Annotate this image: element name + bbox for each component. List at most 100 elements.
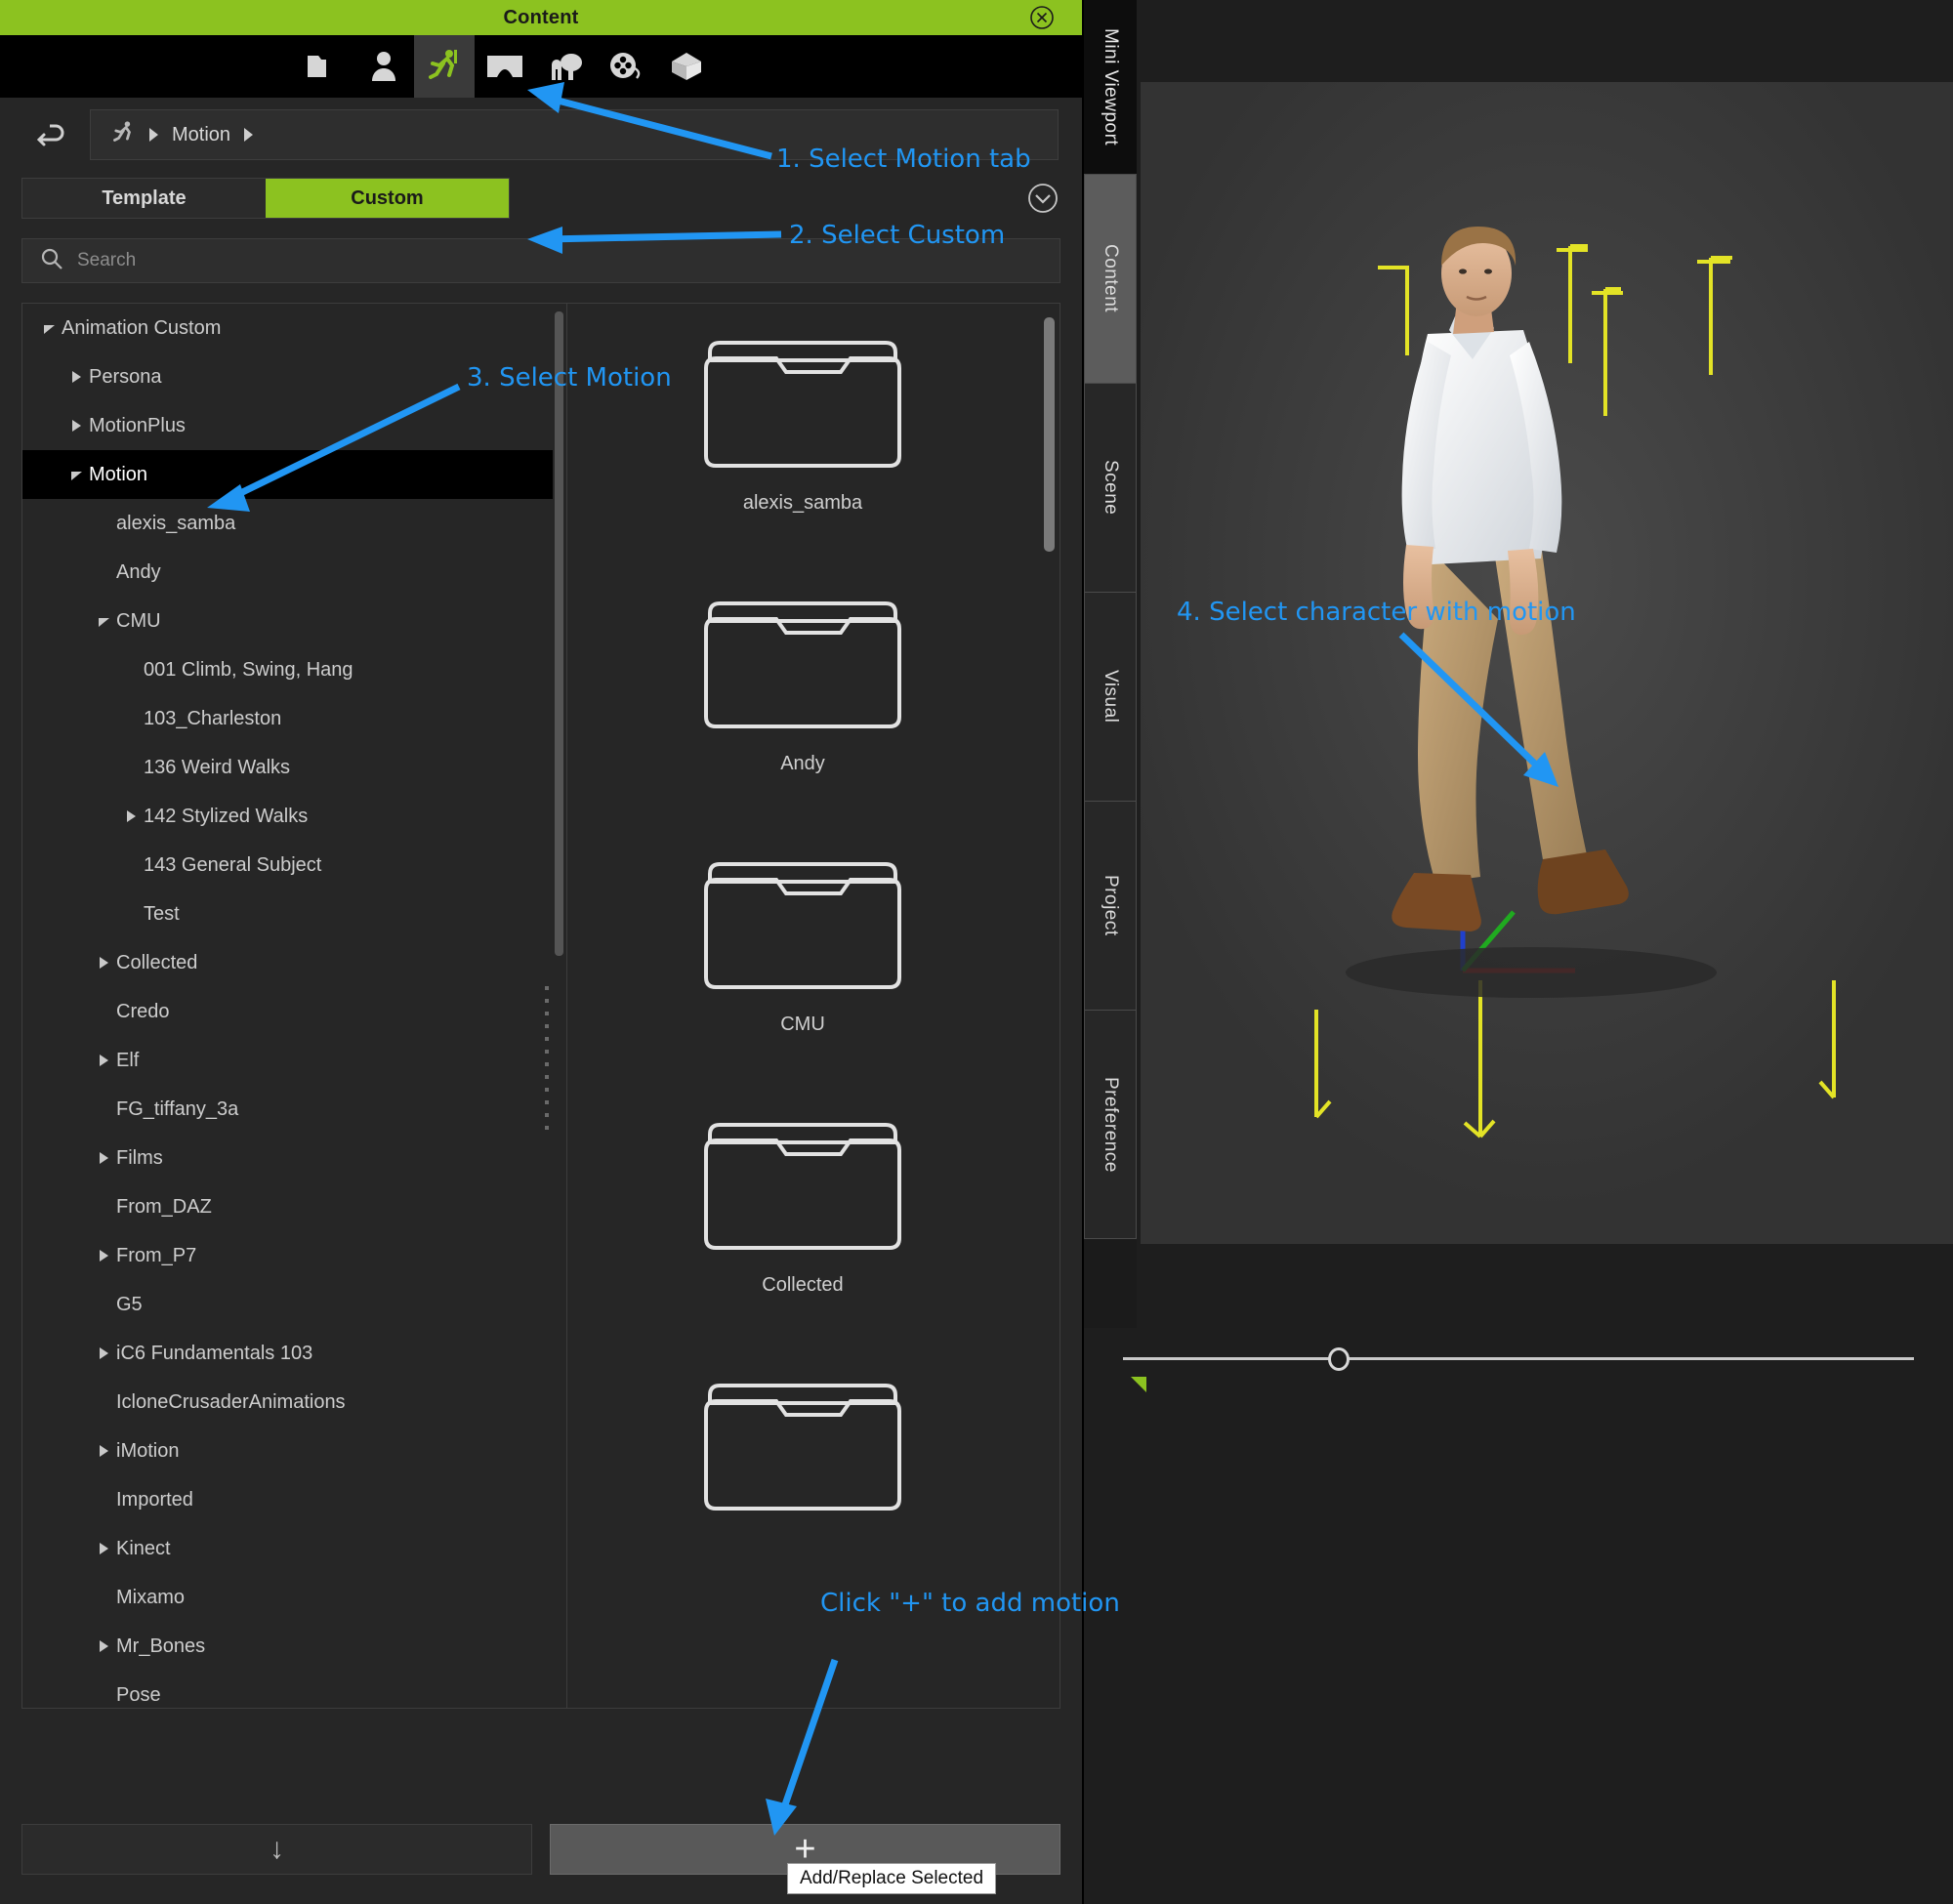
tree-item-label: alexis_samba — [116, 512, 236, 534]
chevron-right-icon[interactable] — [91, 1347, 116, 1359]
tabs-row: Template Custom — [0, 172, 1082, 225]
template-custom-tabs: Template Custom — [21, 178, 510, 219]
chevron-right-icon[interactable] — [91, 1543, 116, 1554]
tree-item-label: Mr_Bones — [116, 1635, 206, 1657]
tree-item[interactable]: iMotion — [22, 1427, 553, 1475]
breadcrumb[interactable]: Motion — [90, 109, 1059, 160]
grid-scrollbar[interactable] — [1044, 317, 1055, 552]
tab-scene[interactable]: Scene — [1084, 383, 1137, 593]
chevron-right-icon[interactable] — [91, 1250, 116, 1262]
tree-item[interactable]: 001 Climb, Swing, Hang — [22, 645, 553, 694]
tree-item-label: Mixamo — [116, 1586, 186, 1608]
pane-splitter-handle[interactable] — [543, 986, 551, 1133]
tree-scrollbar[interactable] — [555, 311, 563, 956]
search-wrap — [0, 225, 1082, 283]
tree-item[interactable]: Mr_Bones — [22, 1622, 553, 1671]
tree-item[interactable]: Motion — [22, 450, 553, 499]
chevron-right-icon[interactable] — [91, 1445, 116, 1457]
chevron-right-icon[interactable] — [91, 1640, 116, 1652]
tree-item[interactable]: 103_Charleston — [22, 694, 553, 743]
asset-grid-item[interactable]: Collected — [567, 1086, 1038, 1346]
tree-item[interactable]: iC6 Fundamentals 103 — [22, 1329, 553, 1378]
tree-item-label: 136 Weird Walks — [144, 756, 291, 778]
film-reel-icon[interactable] — [596, 35, 656, 98]
asset-grid-item[interactable]: Andy — [567, 564, 1038, 825]
chevron-right-icon[interactable] — [91, 957, 116, 969]
folder-icon — [700, 1360, 905, 1521]
tree-item[interactable]: Credo — [22, 987, 553, 1036]
tab-project[interactable]: Project — [1084, 801, 1137, 1011]
tree-item[interactable]: Animation Custom — [22, 304, 553, 352]
tree-item[interactable]: 136 Weird Walks — [22, 743, 553, 792]
tree-item[interactable]: CMU — [22, 597, 553, 645]
tree-item-label: FG_tiffany_3a — [116, 1097, 239, 1120]
tree-item-label: 143 General Subject — [144, 853, 322, 876]
back-arrow-icon[interactable] — [23, 108, 76, 161]
tree-item[interactable]: Imported — [22, 1475, 553, 1524]
chevron-right-icon — [244, 128, 254, 142]
tab-preference[interactable]: Preference — [1084, 1010, 1137, 1239]
folder-icon — [700, 578, 905, 739]
tree-item[interactable]: Kinect — [22, 1524, 553, 1573]
chevron-down-icon[interactable] — [63, 469, 89, 480]
tree-item[interactable]: Pose — [22, 1671, 553, 1708]
tree-item[interactable]: Elf — [22, 1036, 553, 1085]
person-icon[interactable] — [353, 35, 414, 98]
tree-item[interactable]: G5 — [22, 1280, 553, 1329]
tab-mini-viewport[interactable]: Mini Viewport — [1084, 0, 1137, 175]
tree-item[interactable]: Mixamo — [22, 1573, 553, 1622]
chevron-right-icon[interactable] — [63, 420, 89, 432]
asset-grid-item[interactable]: CMU — [567, 825, 1038, 1086]
tree-item[interactable]: FG_tiffany_3a — [22, 1085, 553, 1134]
tree-item[interactable]: 143 General Subject — [22, 841, 553, 890]
tree-item[interactable]: alexis_samba — [22, 499, 553, 548]
tab-custom[interactable]: Custom — [266, 179, 509, 218]
tab-template[interactable]: Template — [22, 179, 266, 218]
tree-item-label: Pose — [116, 1683, 161, 1706]
breadcrumb-current: Motion — [172, 123, 231, 145]
stage-icon[interactable] — [475, 35, 535, 98]
asset-grid-item-label: Andy — [780, 753, 825, 774]
asset-grid-item[interactable] — [567, 1346, 1038, 1607]
tree-item-label: 103_Charleston — [144, 707, 282, 729]
load-button[interactable]: ↓ — [21, 1824, 532, 1875]
search-box[interactable] — [21, 238, 1060, 283]
tree-item[interactable]: From_DAZ — [22, 1182, 553, 1231]
tree-item[interactable]: Films — [22, 1134, 553, 1182]
play-marker-icon — [1131, 1377, 1146, 1392]
tree-item[interactable]: 142 Stylized Walks — [22, 792, 553, 841]
tree-item[interactable]: Test — [22, 890, 553, 938]
tree-item[interactable]: From_P7 — [22, 1231, 553, 1280]
viewport-slider-knob[interactable] — [1328, 1347, 1350, 1371]
3d-viewport[interactable]: FPS : 0. Project Triangle : 61258 Select… — [1141, 82, 1953, 1244]
tree-item-label: Collected — [116, 951, 198, 973]
folder-icon[interactable] — [293, 35, 353, 98]
tree-item-label: Films — [116, 1146, 163, 1169]
chevron-right-icon[interactable] — [63, 371, 89, 383]
chevron-right-icon[interactable] — [91, 1152, 116, 1164]
tree-item[interactable]: Andy — [22, 548, 553, 597]
close-icon[interactable] — [1029, 5, 1055, 30]
tree-item[interactable]: Collected — [22, 938, 553, 987]
chevron-down-icon[interactable] — [91, 615, 116, 627]
asset-grid-pane: alexis_samba Andy CMU Collected — [567, 304, 1060, 1708]
viewport-slider-track[interactable] — [1123, 1357, 1914, 1360]
tree-item[interactable]: IcloneCrusaderAnimations — [22, 1378, 553, 1427]
running-man-icon[interactable] — [414, 35, 475, 98]
folder-tree: Animation Custom Persona MotionPlus Motion a… — [22, 304, 553, 1708]
open-box-icon[interactable] — [656, 35, 717, 98]
tree-item-label: iMotion — [116, 1439, 180, 1462]
tab-content[interactable]: Content — [1084, 174, 1137, 384]
tree-item[interactable]: MotionPlus — [22, 401, 553, 450]
chevron-right-icon[interactable] — [118, 810, 144, 822]
search-input[interactable] — [77, 250, 1042, 271]
chevron-down-icon[interactable] — [36, 322, 62, 334]
tree-icon[interactable] — [535, 35, 596, 98]
folder-tree-pane: Animation Custom Persona MotionPlus Motion a… — [22, 304, 567, 1708]
tab-visual[interactable]: Visual — [1084, 592, 1137, 802]
chevron-down-circle-icon[interactable] — [1025, 181, 1060, 216]
tree-item[interactable]: Persona — [22, 352, 553, 401]
asset-browser: Animation Custom Persona MotionPlus Motion a… — [21, 303, 1060, 1709]
asset-grid-item[interactable]: alexis_samba — [567, 304, 1038, 564]
chevron-right-icon[interactable] — [91, 1055, 116, 1066]
